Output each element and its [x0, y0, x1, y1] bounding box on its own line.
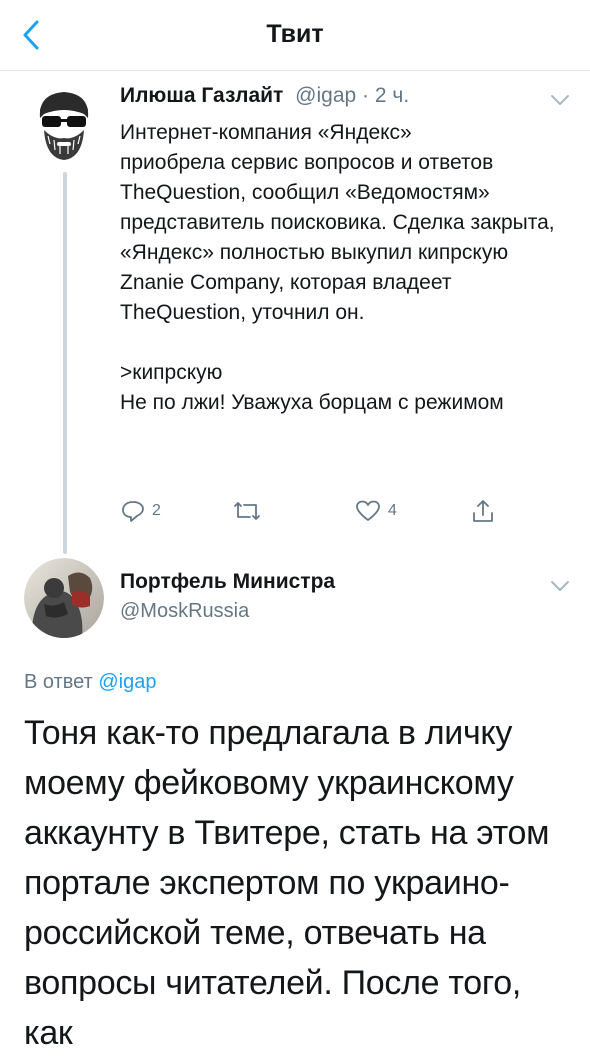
thread-line	[63, 172, 67, 554]
tweet-text: Интернет-компания «Яндекс» приобрела сер…	[120, 121, 555, 414]
like-count: 4	[388, 502, 397, 519]
author-name[interactable]: Илюша Газлайт	[120, 84, 283, 107]
avatar[interactable]	[24, 558, 104, 638]
like-button[interactable]: 4	[354, 496, 397, 526]
chevron-down-icon[interactable]	[549, 578, 571, 594]
chevron-down-icon[interactable]	[549, 92, 571, 108]
reply-button[interactable]: 2	[120, 496, 161, 526]
author-handle[interactable]: @MoskRussia	[120, 600, 249, 623]
author-name[interactable]: Портфель Министра	[120, 570, 335, 594]
bearded-man-icon	[24, 84, 104, 164]
heart-icon	[356, 500, 380, 521]
top-bar: Твит	[0, 0, 590, 71]
reply-to-link[interactable]: @igap	[98, 671, 156, 693]
reply-count: 2	[152, 502, 161, 519]
share-icon	[473, 500, 493, 522]
portrait-photo-icon	[24, 558, 104, 638]
reply-prefix: В ответ	[24, 671, 93, 693]
retweet-button[interactable]	[232, 496, 268, 526]
share-button[interactable]	[470, 496, 496, 526]
tweet-header: Илюша Газлайт @igap · 2 ч.	[120, 84, 409, 108]
author-handle[interactable]: @igap	[295, 84, 356, 107]
page-title: Твит	[266, 20, 324, 48]
dot-separator: ·	[362, 84, 370, 107]
reply-context: В ответ @igap	[24, 671, 156, 694]
avatar[interactable]	[24, 84, 104, 164]
retweet-icon	[234, 502, 260, 520]
tweet-time: 2 ч.	[374, 84, 410, 107]
reply-icon	[122, 501, 144, 522]
